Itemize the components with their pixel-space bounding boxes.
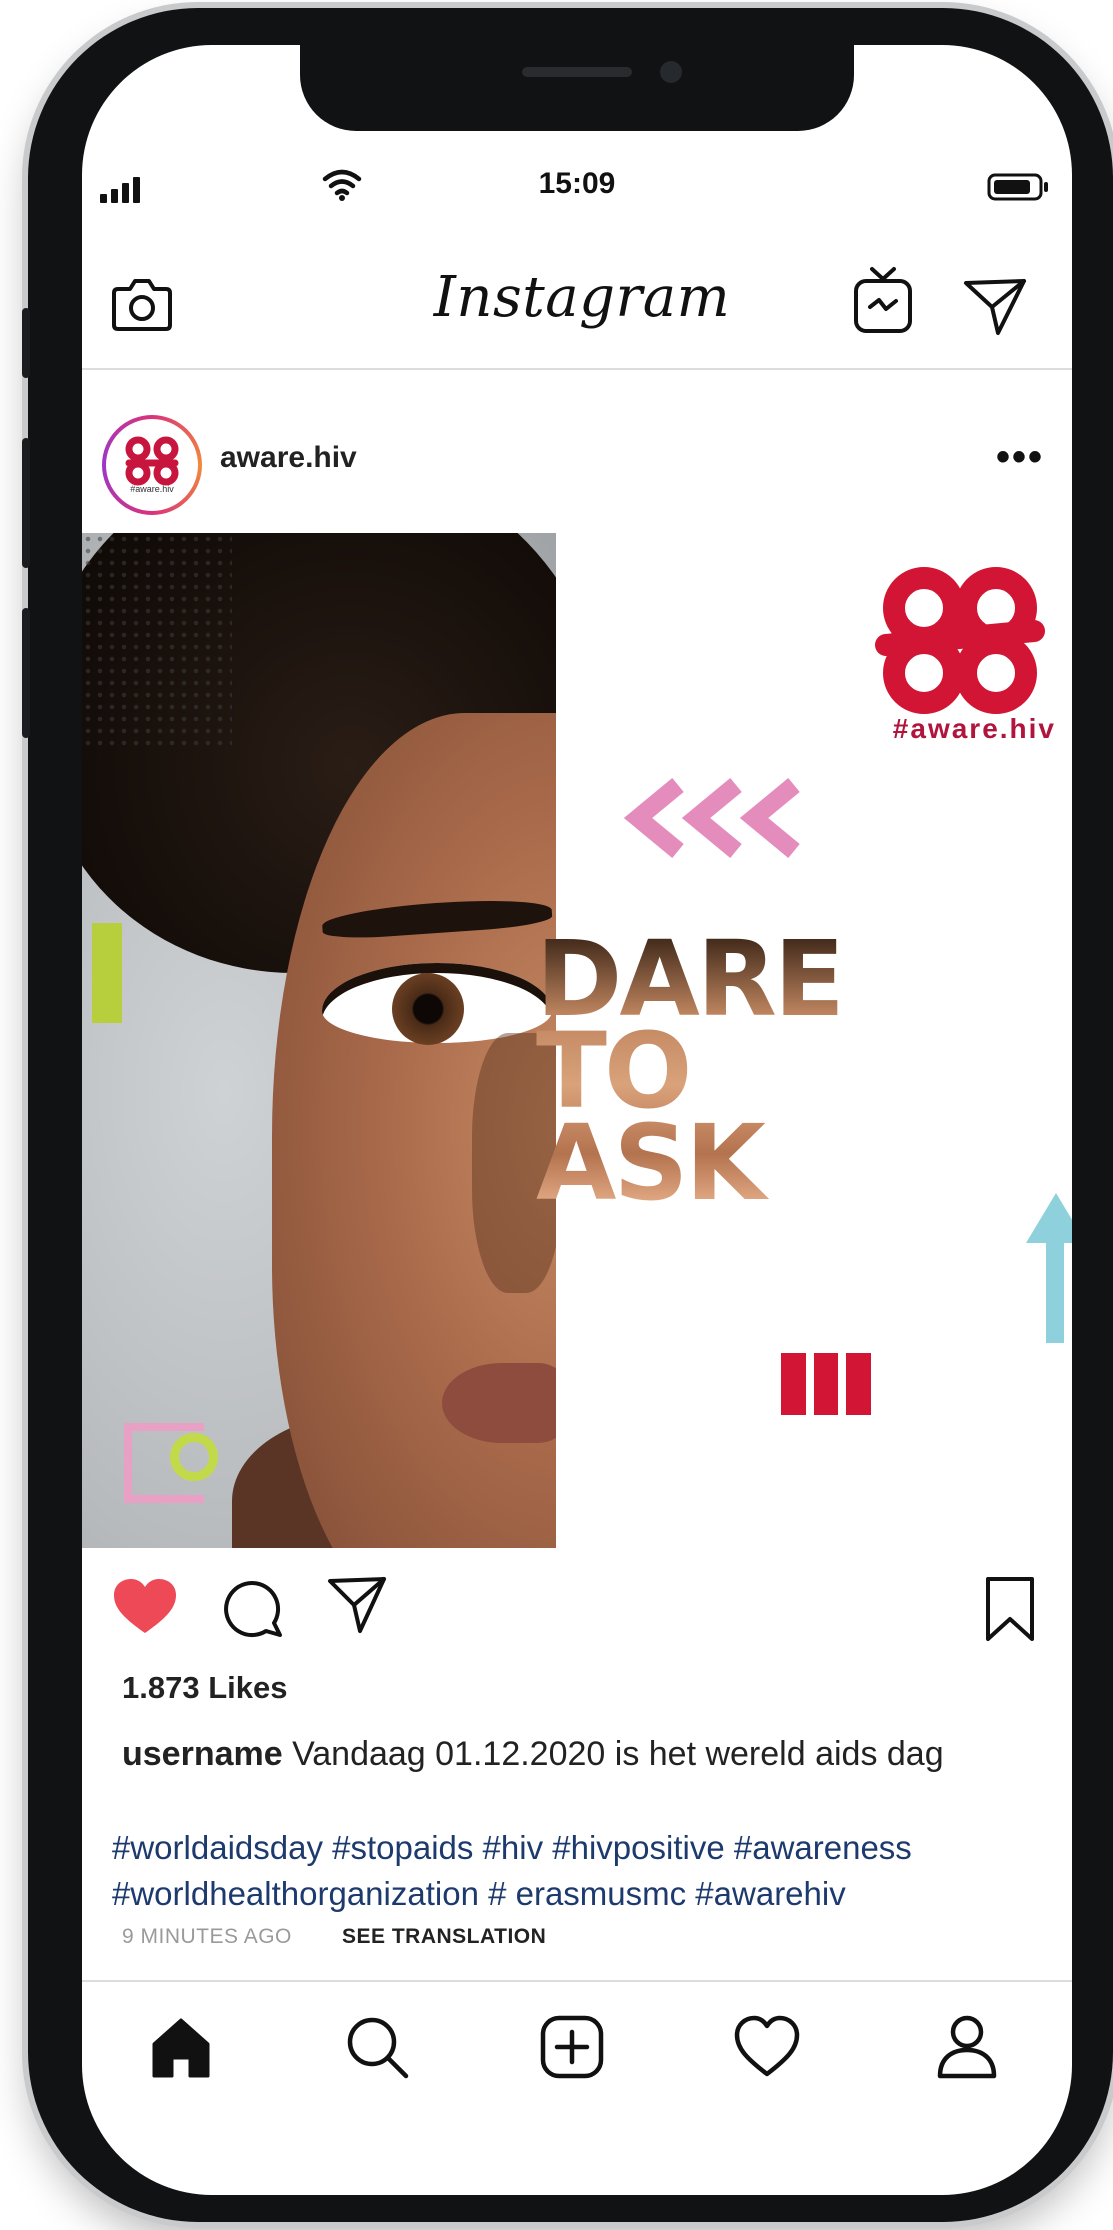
hashtag-line[interactable]: #worldaidsday #stopaids #hiv #hivpositiv… — [112, 1825, 1062, 1871]
headline: DARE TO ASK — [536, 933, 896, 1209]
bottom-tab-bar — [82, 1980, 1072, 2110]
more-options-icon[interactable]: ••• — [992, 437, 1048, 487]
caption-text: Vandaag 01.12.2020 is het wereld aids da… — [292, 1735, 944, 1773]
caption-username[interactable]: username — [122, 1735, 283, 1773]
brand-hashtag: #aware.hiv — [892, 713, 1056, 744]
comment-icon[interactable] — [222, 1577, 284, 1639]
phone-screen: 15:09 Instagram #aware.hiv aware.hiv •••… — [82, 45, 1072, 2195]
front-camera — [660, 61, 682, 83]
activity-icon[interactable] — [732, 2012, 802, 2082]
search-icon[interactable] — [342, 2012, 412, 2082]
avatar-logo: #aware.hiv — [106, 419, 198, 511]
likes-count[interactable]: 1.873 Likes — [122, 1670, 287, 1706]
status-time: 15:09 — [538, 167, 616, 200]
wifi-icon — [322, 169, 362, 201]
home-icon[interactable] — [146, 2012, 216, 2082]
direct-message-icon[interactable] — [962, 275, 1028, 337]
headline-line: ASK — [536, 1102, 763, 1224]
speaker-grille — [522, 67, 632, 77]
profile-icon[interactable] — [932, 2012, 1002, 2082]
graphic-panel: #aware.hiv DARE TO ASK — [556, 533, 1072, 1548]
cyan-arrow-icon — [1026, 1193, 1072, 1343]
mute-switch — [22, 308, 30, 378]
status-bar: 15:09 — [82, 165, 1072, 225]
hashtags[interactable]: #worldaidsday #stopaids #hiv #hivpositiv… — [112, 1825, 1062, 1917]
post-image[interactable]: #aware.hiv DARE TO ASK — [82, 533, 1072, 1548]
bookmark-icon[interactable] — [982, 1575, 1038, 1645]
notch — [300, 45, 854, 131]
brand-logo-icon — [125, 436, 179, 486]
signal-icon — [100, 173, 150, 203]
heart-icon[interactable] — [112, 1577, 178, 1637]
igtv-icon[interactable] — [852, 265, 914, 335]
see-translation-link[interactable]: SEE TRANSLATION — [342, 1925, 546, 1949]
new-post-icon[interactable] — [537, 2012, 607, 2082]
post-username[interactable]: aware.hiv — [220, 441, 357, 475]
green-accent-ring — [170, 1433, 218, 1481]
hashtag-line[interactable]: #worldhealthorganization # erasmusmc #aw… — [112, 1871, 1062, 1917]
app-logo: Instagram — [433, 265, 731, 330]
avatar[interactable]: #aware.hiv — [102, 415, 202, 515]
volume-up-button — [22, 438, 30, 568]
app-header: Instagram — [82, 235, 1072, 370]
camera-icon[interactable] — [110, 273, 174, 335]
halftone-pattern — [82, 533, 232, 753]
share-icon[interactable] — [326, 1575, 388, 1637]
portrait-photo — [82, 533, 556, 1548]
chevrons-left-icon — [623, 778, 800, 858]
volume-down-button — [22, 608, 30, 738]
photo-iris — [392, 973, 464, 1045]
post-time-ago: 9 MINUTES AGO — [122, 1925, 292, 1948]
battery-icon — [987, 173, 1048, 201]
post-action-bar — [82, 1565, 1072, 1655]
photo-lips — [442, 1363, 556, 1443]
avatar-caption: #aware.hiv — [130, 484, 174, 494]
green-accent-bar — [92, 923, 122, 1023]
red-stripes — [781, 1353, 872, 1415]
post-header: #aware.hiv aware.hiv ••• — [82, 415, 1072, 525]
post-caption: username Vandaag 01.12.2020 is het werel… — [122, 1735, 1052, 1774]
